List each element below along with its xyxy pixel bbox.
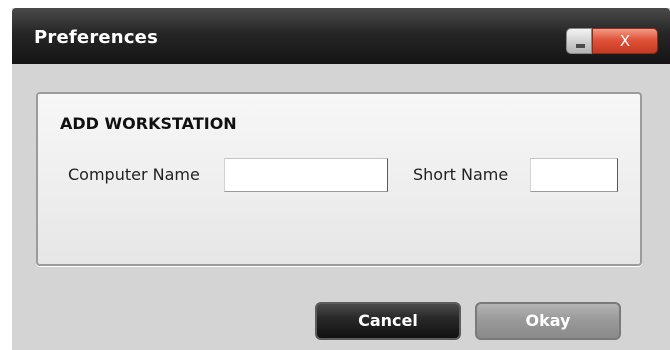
- title-bar[interactable]: Preferences X: [12, 8, 670, 64]
- short-name-input[interactable]: [530, 158, 618, 192]
- preferences-dialog: Preferences X ADD WORKSTATION Computer N…: [12, 8, 670, 350]
- computer-name-label: Computer Name: [68, 165, 200, 184]
- computer-name-input[interactable]: [224, 158, 388, 192]
- minimize-button[interactable]: [566, 28, 592, 54]
- minimize-icon: [576, 44, 585, 48]
- short-name-label: Short Name: [413, 165, 509, 184]
- cancel-button[interactable]: Cancel: [315, 302, 461, 340]
- close-button[interactable]: X: [592, 28, 658, 54]
- window-controls: X: [566, 28, 658, 58]
- okay-button[interactable]: Okay: [475, 302, 621, 340]
- add-workstation-group: ADD WORKSTATION Computer Name Short Name: [36, 92, 642, 266]
- group-title: ADD WORKSTATION: [60, 114, 237, 133]
- window-title: Preferences: [34, 27, 159, 48]
- close-icon: X: [619, 32, 631, 50]
